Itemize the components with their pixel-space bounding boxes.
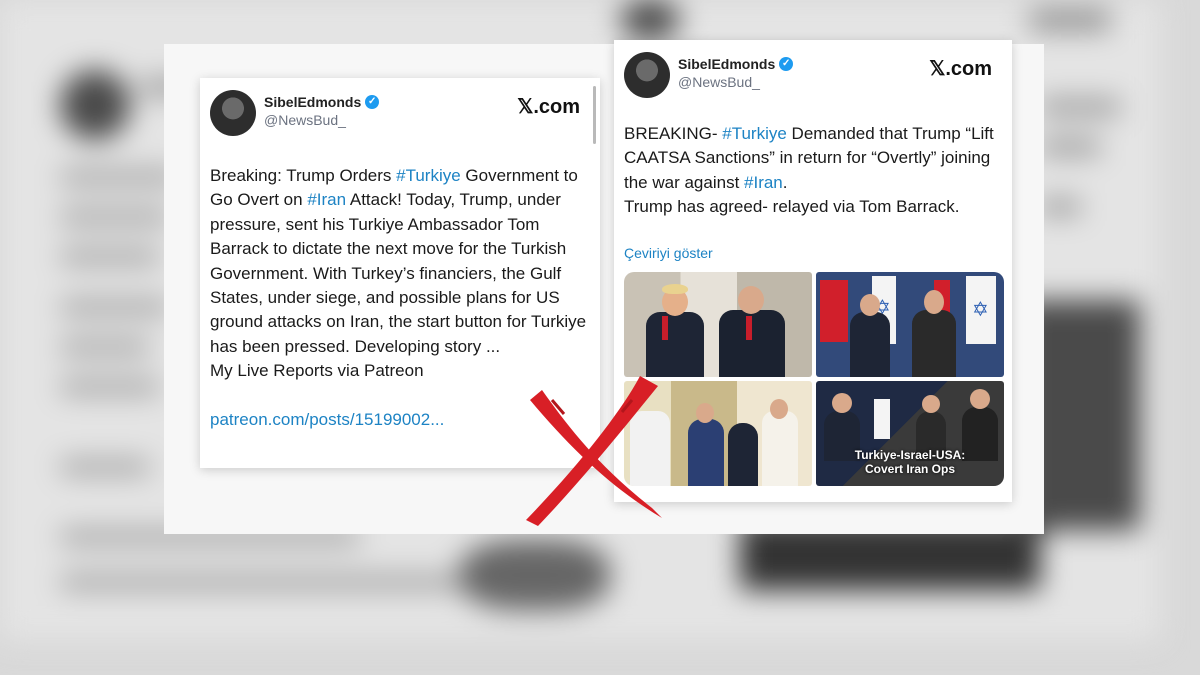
hashtag-link[interactable]: #Turkiye (722, 124, 787, 143)
right-post-card: SibelEdmonds ✓ @NewsBud_ 𝕏.com BREAKING-… (614, 40, 1012, 502)
display-name[interactable]: SibelEdmonds ✓ (678, 56, 794, 72)
scrollbar[interactable] (593, 86, 596, 144)
false-claim-cross-icon (526, 376, 662, 526)
post-text-segment: Breaking: Trump Orders (210, 166, 397, 185)
post-text-line2: Trump has agreed- relayed via Tom Barrac… (624, 197, 960, 217)
post-text-segment: BREAKING- (624, 124, 723, 143)
show-translation-link[interactable]: Çeviriyi göster (624, 245, 713, 261)
verified-badge-icon: ✓ (779, 57, 794, 71)
avatar[interactable] (210, 90, 256, 136)
display-name-text: SibelEdmonds (264, 94, 362, 110)
post-text: BREAKING- #Turkiye Demanded that Trump “… (624, 122, 1004, 220)
photo-collage-covert[interactable]: Turkiye-Israel-USA: Covert Iran Ops (816, 381, 1004, 486)
hashtag-link[interactable]: #Iran (307, 190, 346, 209)
photo-handshake[interactable] (624, 272, 812, 377)
patreon-link[interactable]: patreon.com/posts/15199002... (210, 410, 444, 429)
left-post-header: SibelEdmonds ✓ @NewsBud_ 𝕏.com (210, 90, 590, 138)
user-handle[interactable]: @NewsBud_ (264, 112, 379, 128)
verified-badge-icon: ✓ (365, 95, 380, 109)
photo-caption: Turkiye-Israel-USA: Covert Iran Ops (854, 448, 966, 476)
reports-line: My Live Reports via Patreon (210, 361, 424, 381)
post-text-segment: . (782, 172, 788, 192)
photo-grid: ✡ ✡ Turkiye-Israel-USA: Covert Iran Ops (624, 272, 1004, 486)
right-post-header: SibelEdmonds ✓ @NewsBud_ 𝕏.com (624, 52, 1002, 100)
x-logo-icon: 𝕏.com (929, 58, 992, 80)
user-handle[interactable]: @NewsBud_ (678, 74, 793, 90)
hashtag-link[interactable]: #Iran (744, 173, 783, 192)
avatar[interactable] (624, 52, 670, 98)
post-text-segment: Attack! Today, Trump, under pressure, se… (210, 190, 587, 356)
display-name[interactable]: SibelEdmonds ✓ (264, 94, 380, 110)
photo-flags[interactable]: ✡ ✡ (816, 272, 1004, 377)
display-name-text: SibelEdmonds (678, 56, 776, 72)
hashtag-link[interactable]: #Turkiye (396, 166, 461, 185)
x-logo-icon: 𝕏.com (517, 96, 580, 118)
